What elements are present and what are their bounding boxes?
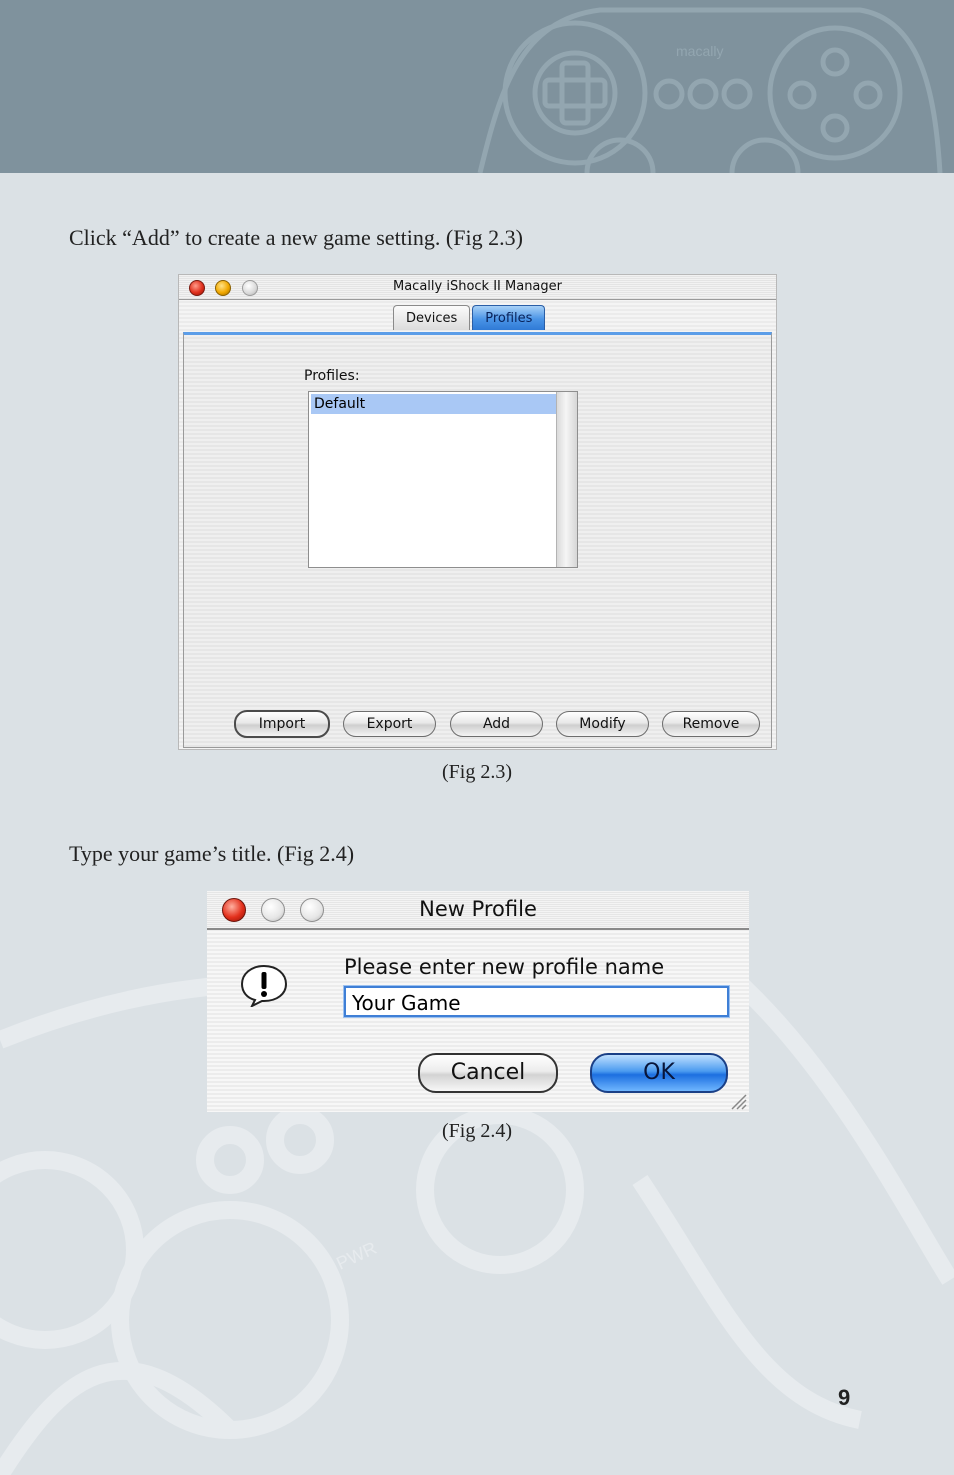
manager-window: Macally iShock II Manager Devices Profil…: [179, 275, 776, 749]
tab-profiles[interactable]: Profiles: [472, 305, 546, 330]
profiles-list[interactable]: Default: [308, 391, 578, 568]
profiles-pane: Profiles: Default Import Export Add Modi…: [183, 332, 772, 748]
remove-button[interactable]: Remove: [662, 711, 760, 737]
alert-icon: [240, 964, 288, 1007]
cancel-button[interactable]: Cancel: [418, 1053, 558, 1093]
window-title: Macally iShock II Manager: [393, 279, 562, 294]
brand-watermark: macally: [676, 43, 723, 59]
figure-caption-2-3: (Fig 2.3): [442, 761, 512, 783]
dialog-prompt: Please enter new profile name: [344, 955, 665, 979]
dialog-titlebar[interactable]: New Profile: [207, 891, 749, 930]
ok-button[interactable]: OK: [590, 1053, 728, 1093]
resize-grip-icon[interactable]: [729, 1092, 747, 1110]
tab-bar: Devices Profiles: [393, 305, 547, 331]
profile-name-input[interactable]: Your Game: [344, 986, 729, 1017]
dialog-title: New Profile: [419, 897, 537, 921]
list-scrollbar[interactable]: [556, 392, 577, 567]
new-profile-dialog: New Profile Please enter new profile nam…: [207, 891, 749, 1112]
import-button[interactable]: Import: [234, 710, 330, 738]
pwr-watermark: PWR: [333, 1238, 380, 1274]
page-number: 9: [838, 1385, 851, 1410]
header-band: macally: [0, 0, 954, 173]
tab-devices[interactable]: Devices: [393, 305, 471, 330]
export-button[interactable]: Export: [343, 711, 436, 737]
modify-button[interactable]: Modify: [556, 711, 649, 737]
list-item[interactable]: Default: [311, 394, 558, 414]
profile-actions: Import Export Add Modify Remove: [234, 710, 764, 739]
window-titlebar[interactable]: Macally iShock II Manager: [179, 275, 776, 300]
instruction-title: Type your game’s title. (Fig 2.4): [69, 841, 355, 866]
figure-caption-2-4: (Fig 2.4): [442, 1120, 512, 1142]
profiles-label: Profiles:: [304, 368, 360, 384]
instruction-add: Click “Add” to create a new game setting…: [69, 225, 523, 250]
add-button[interactable]: Add: [450, 711, 543, 737]
gamepad-illustration-top: macally: [477, 7, 943, 173]
